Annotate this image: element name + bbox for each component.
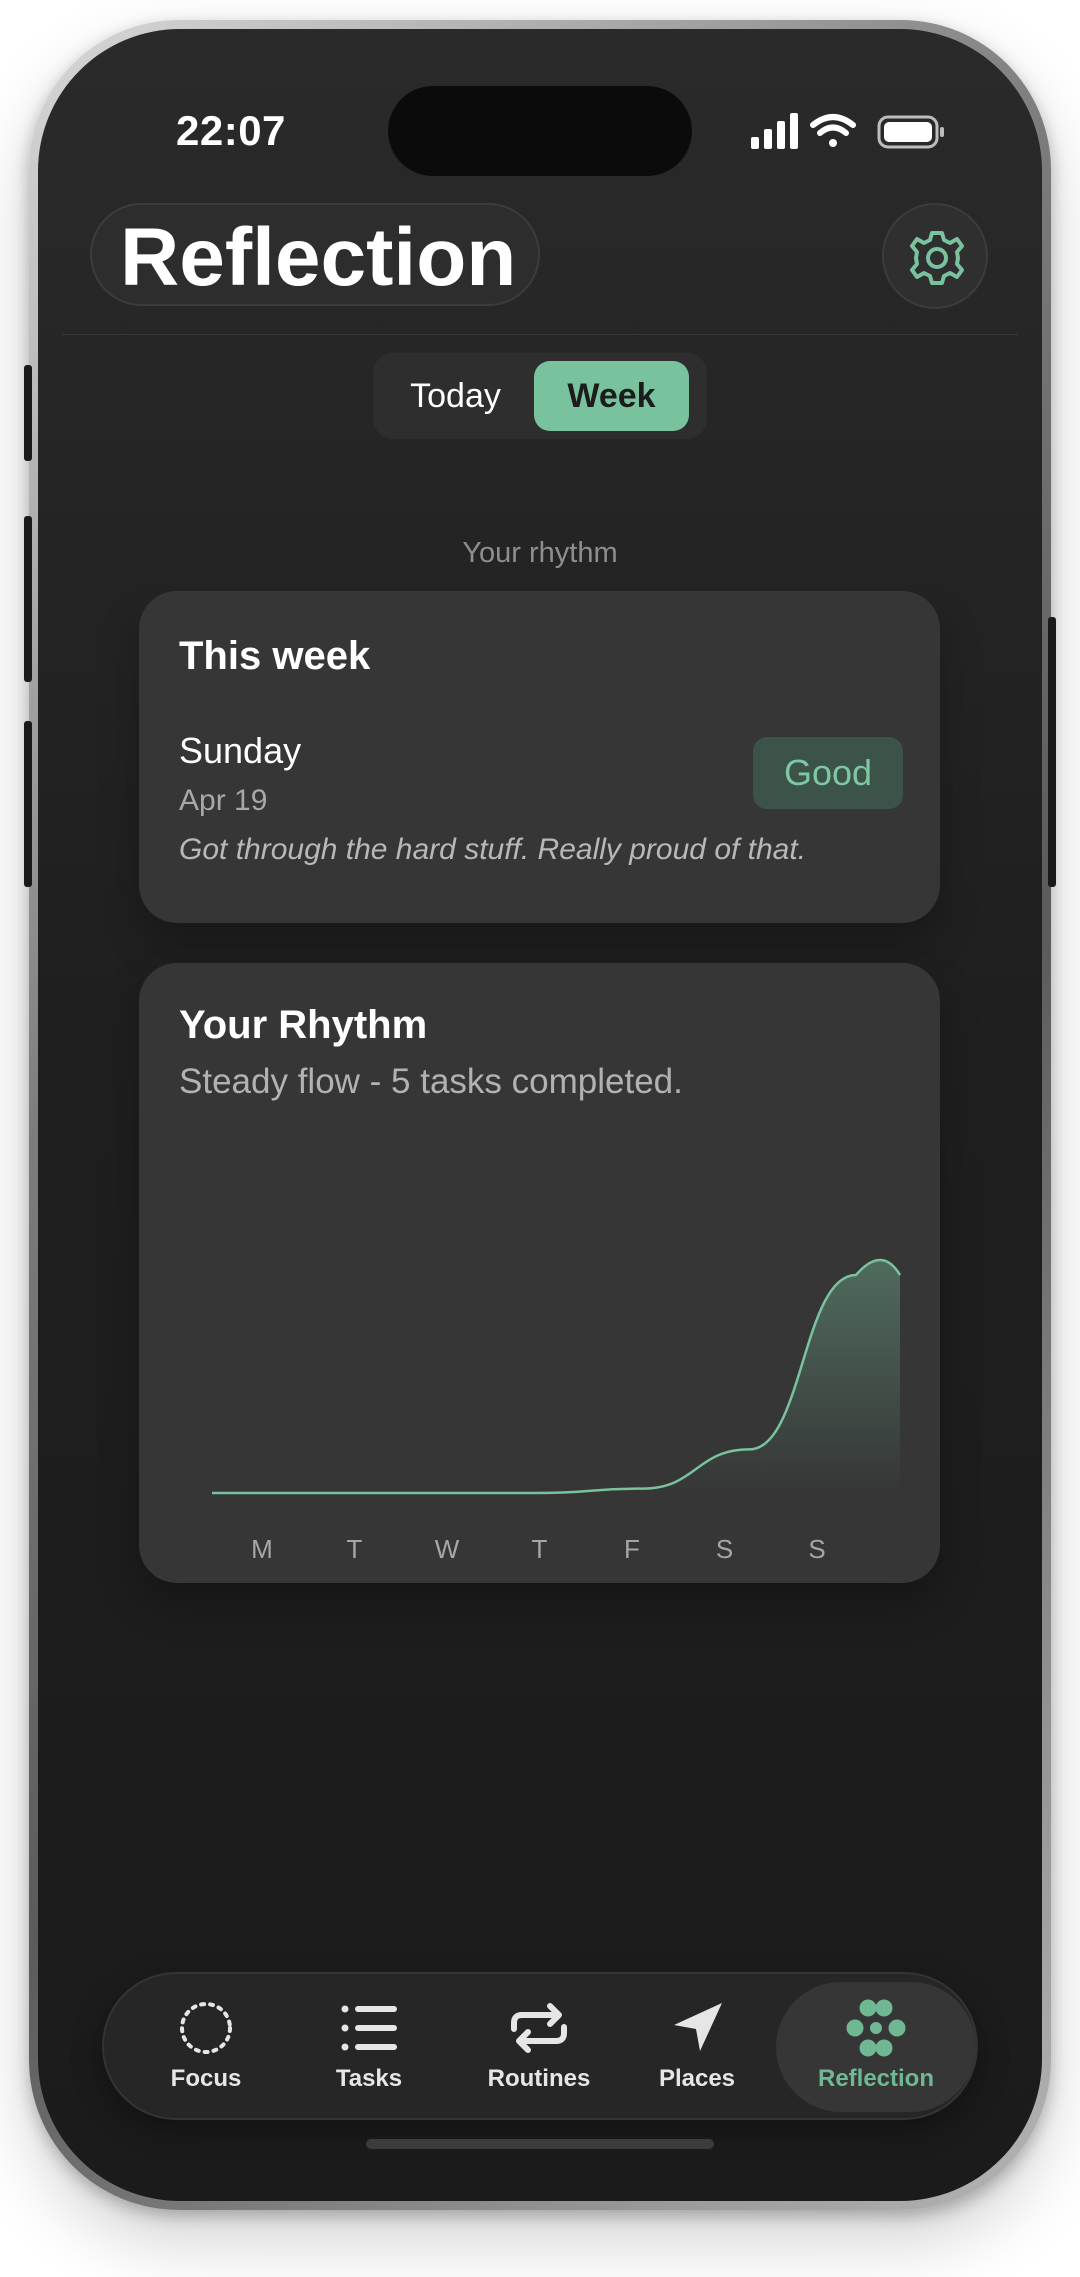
wifi-icon <box>810 114 856 147</box>
x-tick-label: S <box>808 1534 825 1564</box>
period-segmented-control: Today Week <box>373 353 707 439</box>
tab-bar: Focus Tasks Routines Places Reflection <box>102 1972 978 2120</box>
this-week-card: This week Sunday Apr 19 Good Got through… <box>139 591 940 923</box>
tab-label: Places <box>658 2065 736 2092</box>
power-button <box>1048 617 1056 887</box>
tab-routines[interactable]: Routines <box>459 1974 619 2122</box>
page-title: Reflection <box>120 212 517 303</box>
home-indicator[interactable] <box>366 2139 714 2149</box>
battery-icon <box>877 115 944 149</box>
segment-today[interactable]: Today <box>383 361 528 431</box>
rhythm-card: Your Rhythm Steady flow - 5 tasks comple… <box>139 963 940 1583</box>
status-time: 22:07 <box>176 107 286 154</box>
status-icons <box>751 111 956 155</box>
rhythm-chart: MTWTFSS <box>211 1258 902 1564</box>
dynamic-island <box>388 86 692 176</box>
focus-ring-icon <box>180 2002 232 2054</box>
x-tick-label: F <box>624 1534 640 1564</box>
chart-area-fill <box>212 1260 900 1493</box>
header-divider <box>62 334 1018 335</box>
entry-day: Sunday <box>179 730 302 771</box>
tab-focus[interactable]: Focus <box>136 1974 276 2122</box>
tab-reflection[interactable]: Reflection <box>776 1974 976 2122</box>
list-icon <box>341 2005 397 2051</box>
tab-label: Focus <box>170 2065 242 2092</box>
location-arrow-icon <box>674 2003 722 2051</box>
signal-icon <box>751 113 798 149</box>
tab-label: Tasks <box>335 2065 403 2092</box>
entry-note: Got through the hard stuff. Really proud… <box>179 833 807 866</box>
section-label: Your rhythm <box>462 537 618 569</box>
x-tick-label: S <box>716 1534 733 1564</box>
tab-places[interactable]: Places <box>632 1974 762 2122</box>
volume-down-button <box>24 721 32 887</box>
volume-up-button <box>24 516 32 682</box>
x-tick-label: T <box>347 1534 363 1564</box>
mood-badge: Good <box>753 737 903 809</box>
entry-date: Apr 19 <box>179 784 268 817</box>
settings-button[interactable] <box>882 203 988 309</box>
action-button <box>24 365 32 461</box>
segment-week[interactable]: Week <box>534 361 689 431</box>
x-tick-label: M <box>251 1534 273 1564</box>
x-tick-label: W <box>435 1534 460 1564</box>
gear-icon <box>910 231 964 285</box>
card-title: This week <box>179 634 371 678</box>
x-tick-label: T <box>532 1534 548 1564</box>
device-stage: 22:07 Reflection Today Week Your rhythm … <box>0 0 1080 2277</box>
flower-icon <box>846 1999 906 2057</box>
tab-label: Routines <box>487 2065 591 2092</box>
app-screen: 22:07 Reflection Today Week Your rhythm … <box>38 29 1042 2201</box>
tab-label: Reflection <box>817 2065 934 2092</box>
repeat-icon <box>511 2003 567 2053</box>
tab-tasks[interactable]: Tasks <box>304 1974 434 2122</box>
